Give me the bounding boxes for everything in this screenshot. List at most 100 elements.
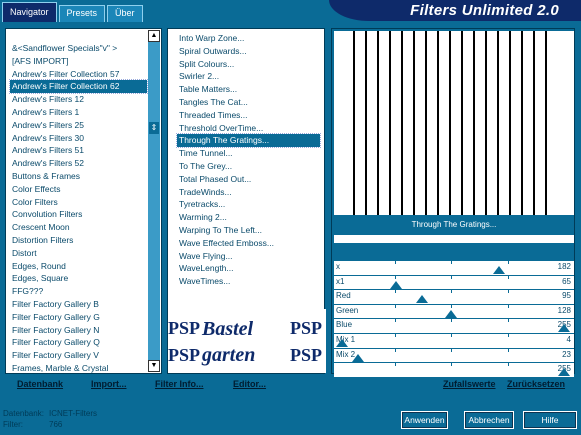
category-item[interactable]: Filter Factory Gallery N bbox=[10, 324, 147, 337]
slider-row[interactable]: Red 95 bbox=[334, 290, 574, 305]
slider-tick bbox=[394, 275, 396, 279]
slider-thumb[interactable] bbox=[558, 368, 570, 377]
cancel-button[interactable]: Abbrechen bbox=[464, 411, 514, 429]
category-item[interactable]: Frames, Marble & Crystal bbox=[10, 362, 147, 375]
category-item[interactable]: Filter Factory Gallery B bbox=[10, 298, 147, 311]
filter-list[interactable]: Into Warp Zone... Spiral Outwards... Split… bbox=[176, 32, 321, 288]
progress-bar bbox=[334, 235, 574, 243]
slider-tick bbox=[451, 348, 452, 352]
slider-thumb[interactable] bbox=[445, 309, 458, 318]
category-item[interactable]: Color Filters bbox=[10, 196, 147, 209]
filter-item[interactable]: Total Phased Out... bbox=[177, 173, 320, 186]
slider-thumb[interactable] bbox=[558, 324, 570, 333]
category-item[interactable]: Andrew's Filters 25 bbox=[10, 119, 147, 132]
tab-navigator[interactable]: Navigator bbox=[2, 2, 57, 22]
category-item[interactable]: Andrew's Filters 1 bbox=[10, 106, 147, 119]
slider-label: Blue bbox=[336, 320, 353, 330]
slider-row[interactable]: Green 128 bbox=[334, 304, 574, 320]
slider-tick bbox=[507, 290, 509, 294]
filter-item[interactable]: Time Tunnel... bbox=[177, 147, 320, 160]
scroll-down-icon[interactable]: ▼ bbox=[148, 360, 160, 372]
slider-thumb[interactable] bbox=[335, 338, 348, 347]
filter-item[interactable]: Through The Gratings... bbox=[176, 133, 321, 149]
slider-tick bbox=[451, 275, 452, 279]
slider-value: 128 bbox=[557, 305, 571, 315]
filter-item[interactable]: Swirler 2... bbox=[177, 70, 320, 83]
slider-thumb[interactable] bbox=[493, 266, 506, 274]
category-scrollbar[interactable]: ▲ ⇕ ▼ bbox=[148, 30, 160, 372]
slider-tick bbox=[394, 290, 396, 294]
category-item[interactable]: Buttons & Frames bbox=[10, 170, 147, 183]
apply-button[interactable]: Anwenden bbox=[401, 411, 448, 429]
filter-item[interactable]: Tyretracks... bbox=[177, 198, 320, 211]
category-item[interactable]: Distortion Filters bbox=[10, 234, 147, 247]
slider-thumb[interactable] bbox=[352, 353, 365, 362]
help-button[interactable]: Hilfe bbox=[523, 411, 577, 429]
svg-text:PSP: PSP bbox=[290, 345, 322, 365]
slider-row[interactable]: x1 65 bbox=[334, 275, 574, 291]
category-item[interactable]: Filter Factory Gallery Q bbox=[10, 336, 147, 349]
filter-item[interactable]: Spiral Outwards... bbox=[177, 45, 320, 58]
category-item[interactable]: Andrew's Filters 12 bbox=[10, 93, 147, 106]
filter-item[interactable]: To The Grey... bbox=[177, 160, 320, 173]
filter-item[interactable]: WaveTimes... bbox=[177, 275, 320, 288]
category-item[interactable]: Andrew's Filter Collection 62 bbox=[9, 79, 148, 95]
slider-row[interactable]: x 182 bbox=[334, 261, 574, 276]
filter-item[interactable]: Tangles The Cat... bbox=[177, 96, 320, 109]
category-item[interactable]: Convolution Filters bbox=[10, 208, 147, 221]
slider-thumb[interactable] bbox=[389, 280, 402, 289]
category-list[interactable]: &<Sandflower Specials"v" > [AFS IMPORT] An… bbox=[9, 42, 148, 375]
filter-item[interactable]: Threaded Times... bbox=[177, 109, 320, 122]
slider-label: x bbox=[336, 262, 340, 271]
filter-list-panel: Into Warp Zone... Spiral Outwards... Split… bbox=[167, 28, 326, 374]
filter-item[interactable]: TradeWinds... bbox=[177, 186, 320, 199]
filter-item[interactable]: Warping To The Left... bbox=[177, 224, 320, 237]
category-item[interactable]: Andrew's Filters 51 bbox=[10, 144, 147, 157]
slider-value: 4 bbox=[566, 334, 571, 344]
slider-label: x1 bbox=[336, 276, 345, 286]
scroll-thumb[interactable]: ⇕ bbox=[149, 122, 159, 134]
filter-item[interactable]: Into Warp Zone... bbox=[177, 32, 320, 45]
tab-about[interactable]: Über bbox=[107, 5, 143, 22]
slider-row[interactable]: Blue 255 bbox=[334, 319, 574, 334]
editor-link[interactable]: Editor... bbox=[233, 379, 266, 389]
app-title: Filters Unlimited 2.0 bbox=[410, 2, 559, 19]
filter-item[interactable]: Table Matters... bbox=[177, 83, 320, 96]
category-item[interactable]: Andrew's Filters 30 bbox=[10, 132, 147, 145]
filter-item[interactable]: WaveLength... bbox=[177, 262, 320, 275]
reset-link[interactable]: Zurücksetzen bbox=[507, 379, 565, 389]
filter-info-link[interactable]: Filter Info... bbox=[155, 379, 204, 389]
scroll-up-icon[interactable]: ▲ bbox=[148, 30, 160, 42]
filter-item[interactable]: Threshold OverTime... bbox=[177, 122, 320, 135]
import-link[interactable]: Import... bbox=[91, 379, 127, 389]
category-item[interactable]: Andrew's Filters 52 bbox=[10, 157, 147, 170]
category-item[interactable]: Andrew's Filter Collection 57 bbox=[10, 68, 147, 81]
category-item[interactable]: Color Effects bbox=[10, 183, 147, 196]
slider-tick bbox=[507, 275, 509, 279]
database-link[interactable]: Datenbank bbox=[17, 379, 63, 389]
slider-thumb[interactable] bbox=[416, 295, 429, 304]
preview-filter-name: Through The Gratings... bbox=[334, 217, 574, 233]
slider-row[interactable]: 255 bbox=[334, 363, 574, 378]
category-item[interactable]: &<Sandflower Specials"v" > bbox=[10, 42, 147, 55]
random-values-link[interactable]: Zufallswerte bbox=[443, 379, 496, 389]
filter-item[interactable]: Wave Effected Emboss... bbox=[177, 237, 320, 250]
category-item[interactable]: Edges, Round bbox=[10, 260, 147, 273]
filter-item[interactable]: Wave Flying... bbox=[177, 250, 320, 263]
slider-value: 65 bbox=[562, 276, 571, 286]
category-item[interactable]: Filter Factory Gallery G bbox=[10, 311, 147, 324]
category-item[interactable]: [AFS IMPORT] bbox=[10, 55, 147, 68]
slider-tick bbox=[451, 261, 452, 264]
slider-row[interactable]: Mix 2 23 bbox=[334, 348, 574, 364]
slider-row[interactable]: Mix 14 bbox=[334, 333, 574, 349]
filter-item[interactable]: Split Colours... bbox=[177, 58, 320, 71]
category-item[interactable]: Crescent Moon bbox=[10, 221, 147, 234]
category-item[interactable]: Distort bbox=[10, 247, 147, 260]
category-item[interactable]: FFG??? bbox=[10, 285, 147, 298]
slider-tick bbox=[451, 319, 452, 323]
category-item[interactable]: Filter Factory Gallery V bbox=[10, 349, 147, 362]
filter-item[interactable]: Warming 2... bbox=[177, 211, 320, 224]
category-item[interactable]: Edges, Square bbox=[10, 272, 147, 285]
slider-tick bbox=[394, 261, 396, 264]
tab-presets[interactable]: Presets bbox=[58, 5, 106, 22]
